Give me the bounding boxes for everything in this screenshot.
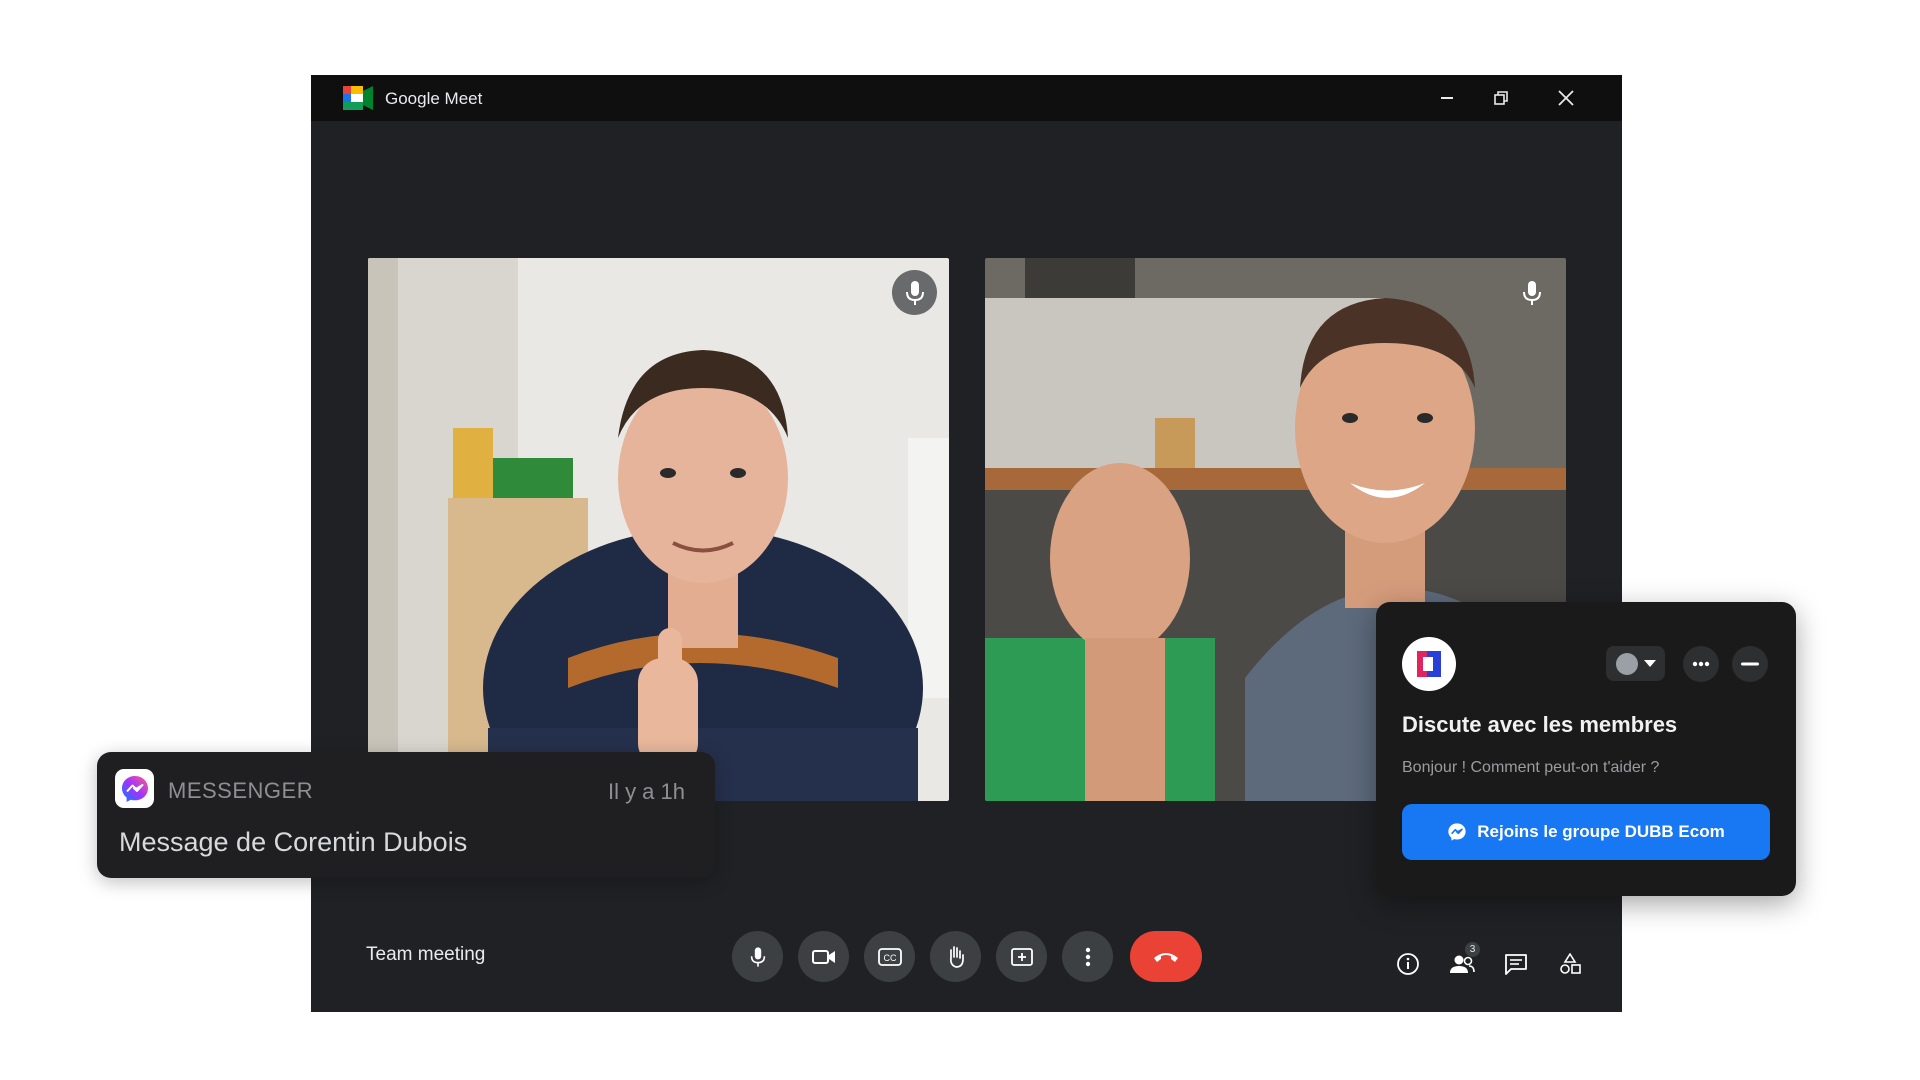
brand-logo <box>1402 637 1456 691</box>
close-icon <box>1558 90 1574 106</box>
minimize-chat-button[interactable] <box>1732 646 1768 682</box>
camera-icon <box>811 949 835 964</box>
svg-text:CC: CC <box>883 953 896 963</box>
notification-app-name: MESSENGER <box>168 778 314 803</box>
raise-hand-icon <box>949 945 964 968</box>
meeting-info-button[interactable] <box>1394 950 1422 978</box>
chat-subtitle: Bonjour ! Comment peut-on t'aider ? <box>1402 759 1660 776</box>
people-button[interactable]: 3 <box>1448 942 1480 978</box>
activities-icon <box>1560 953 1581 974</box>
call-controls: CC <box>732 931 1202 982</box>
google-meet-logo <box>343 86 373 110</box>
messenger-app-icon <box>115 769 154 808</box>
avatar <box>1615 652 1638 675</box>
chat-icon <box>1505 954 1527 975</box>
more-icon <box>1692 661 1710 667</box>
participant-video-left <box>368 258 949 801</box>
raise-hand-button[interactable] <box>930 931 981 982</box>
more-options-button[interactable] <box>1062 931 1113 982</box>
captions-button[interactable]: CC <box>864 931 915 982</box>
minimize-icon <box>1741 662 1759 666</box>
restore-button[interactable] <box>1481 83 1521 113</box>
present-button[interactable] <box>996 931 1047 982</box>
notification-message: Message de Corentin Dubois <box>119 827 468 857</box>
info-icon <box>1397 953 1419 975</box>
brand-logo-icon <box>1417 651 1441 677</box>
join-group-button[interactable]: Rejoins le groupe DUBB Ecom <box>1402 804 1770 860</box>
restore-icon <box>1494 91 1508 105</box>
mic-status-badge <box>892 270 937 315</box>
participant-tile-left[interactable] <box>368 258 949 801</box>
app-title: Google Meet <box>385 89 483 108</box>
more-button[interactable] <box>1683 646 1719 682</box>
end-call-button[interactable] <box>1130 931 1202 982</box>
chat-title: Discute avec les membres <box>1402 712 1678 737</box>
chat-widget: Discute avec les membres Bonjour ! Comme… <box>1376 602 1796 896</box>
title-bar: Google Meet <box>311 75 1622 121</box>
notification-time: Il y a 1h <box>607 779 685 804</box>
participant-count-badge: 3 <box>1465 942 1480 957</box>
chevron-down-icon <box>1643 659 1656 667</box>
meeting-tools: 3 <box>1394 942 1584 978</box>
close-window-button[interactable] <box>1546 83 1586 113</box>
microphone-button[interactable] <box>732 931 783 982</box>
minimize-icon <box>1441 97 1453 99</box>
microphone-icon <box>905 280 924 305</box>
meeting-name: Team meeting <box>366 944 486 965</box>
present-icon <box>1010 947 1033 966</box>
captions-icon: CC <box>877 947 902 966</box>
activities-button[interactable] <box>1556 950 1584 978</box>
join-group-label: Rejoins le groupe DUBB Ecom <box>1477 822 1725 841</box>
minimize-button[interactable] <box>1427 83 1467 113</box>
more-options-icon <box>1085 947 1090 966</box>
camera-button[interactable] <box>798 931 849 982</box>
chat-button[interactable] <box>1502 950 1530 978</box>
messenger-notification[interactable]: MESSENGER Il y a 1h Message de Corentin … <box>97 752 715 878</box>
mic-status-badge <box>1509 270 1554 315</box>
avatar-dropdown[interactable] <box>1606 646 1665 681</box>
microphone-icon <box>750 946 765 967</box>
messenger-icon <box>121 775 148 802</box>
microphone-icon <box>1522 280 1541 305</box>
messenger-icon <box>1448 823 1466 841</box>
end-call-icon <box>1154 952 1178 962</box>
